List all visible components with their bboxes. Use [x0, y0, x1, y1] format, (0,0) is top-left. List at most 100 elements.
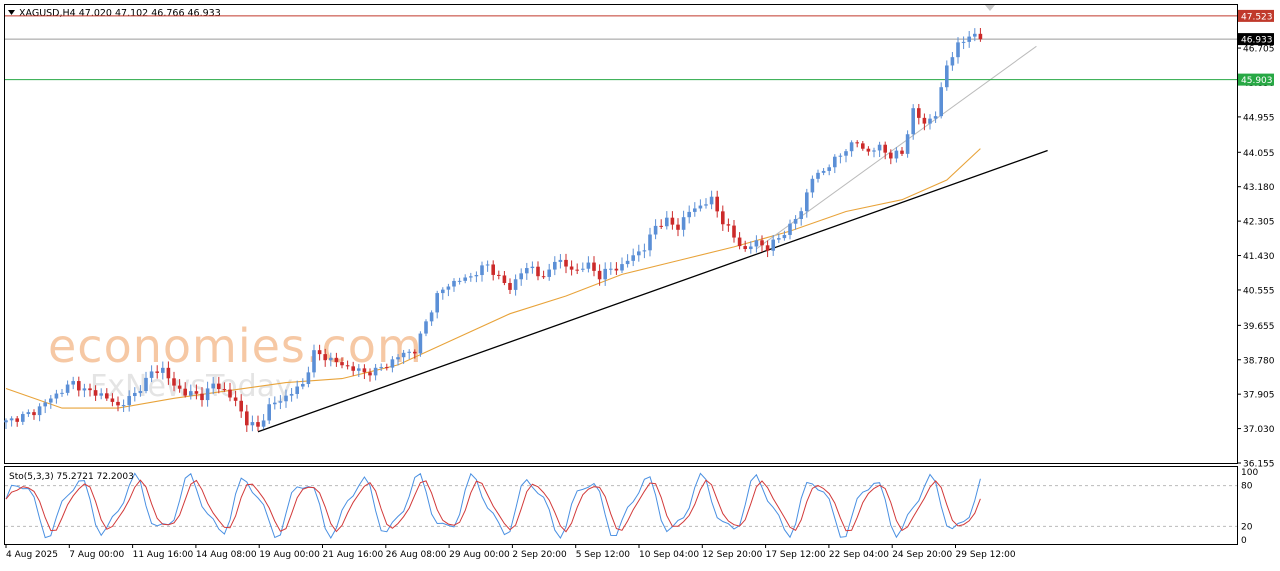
candle-body [530, 266, 535, 269]
time-tick-label: 29 Sep 12:00 [956, 550, 1016, 560]
price-tick-label: 46.705 [1243, 45, 1275, 55]
candle-body [413, 351, 417, 354]
stochastic-tick-label: 0 [1241, 536, 1247, 546]
candle-body [278, 401, 283, 403]
candle-body [49, 398, 53, 403]
price-tick-label: 41.430 [1243, 252, 1275, 262]
candle-body [233, 397, 238, 401]
candle-body [519, 273, 523, 280]
candle-body [200, 393, 204, 401]
candle-body [385, 367, 389, 369]
candle-body [183, 388, 187, 396]
candle-body [155, 371, 159, 373]
candle-body [894, 150, 899, 159]
candle-body [827, 167, 831, 171]
candle-body [127, 396, 131, 406]
candle-body [161, 367, 165, 373]
time-axis: 4 Aug 2025 7 Aug 00:00 11 Aug 16:00 14 Aug … [5, 544, 1016, 560]
candle-body [301, 384, 305, 387]
candle-body [323, 354, 327, 361]
candle-body [754, 240, 759, 247]
price-chart[interactable]: XAGUSD,H4 47.020 47.102 46.766 46.933 ec… [0, 0, 1280, 567]
stochastic-tick-label: 100 [1241, 468, 1258, 478]
candle-body [105, 393, 109, 399]
candle-body [541, 276, 546, 278]
candle-body [900, 150, 904, 154]
candle-body [457, 280, 462, 282]
candle-body [289, 393, 294, 396]
candle-body [833, 156, 837, 168]
candle-body [4, 420, 8, 423]
time-tick-label: 12 Sep 20:00 [702, 550, 762, 560]
oscillator-panel-frame [4, 466, 1238, 545]
time-tick-label: 14 Aug 08:00 [196, 550, 257, 560]
candle-body [77, 381, 81, 391]
candle-body [508, 283, 512, 290]
candle-body [172, 378, 176, 386]
candle-body [569, 266, 574, 270]
candle-body [771, 239, 775, 251]
candle-body [340, 362, 344, 366]
candle-body [239, 400, 243, 412]
candle-body [82, 388, 87, 391]
candle-body [793, 218, 798, 224]
candle-body [749, 246, 753, 250]
price-tick-label: 39.655 [1243, 322, 1275, 332]
candle-body [121, 405, 126, 407]
candle-body [905, 134, 910, 154]
candle-body [945, 65, 949, 88]
candle-body [211, 383, 215, 389]
candle-body [194, 391, 199, 394]
candle-body [922, 117, 927, 124]
time-tick-label: 26 Aug 08:00 [386, 550, 447, 560]
candle-body [60, 392, 64, 394]
candle-body [312, 350, 316, 373]
candle-body [799, 211, 803, 219]
candle-body [659, 225, 663, 227]
candle-body [732, 225, 736, 238]
candle-body [217, 383, 221, 390]
candle-body [609, 268, 613, 270]
candle-body [435, 293, 439, 313]
candle-body [687, 211, 691, 218]
candle-body [357, 368, 361, 371]
candle-body [284, 395, 288, 402]
time-tick-label: 29 Aug 00:00 [449, 550, 510, 560]
price-tick-label: 44.055 [1243, 149, 1275, 159]
candle-body [603, 268, 607, 280]
candle-body [547, 269, 551, 277]
price-tick-label: 42.305 [1243, 218, 1275, 228]
candle-body [26, 412, 31, 415]
time-tick-label: 19 Aug 00:00 [259, 550, 320, 560]
candle-body [222, 389, 227, 391]
stochastic-header: Sto(5,3,3) 75.2721 72.2003 [9, 472, 134, 482]
candle-body [166, 367, 171, 379]
candle-body [872, 150, 876, 152]
candle-body [480, 265, 484, 276]
candle-body [502, 275, 507, 284]
candle-body [889, 152, 893, 159]
candle-body [642, 250, 647, 252]
candle-body [32, 412, 36, 416]
time-tick-label: 5 Sep 12:00 [576, 550, 631, 560]
candle-body [407, 351, 411, 353]
chart-root: XAGUSD,H4 47.020 47.102 46.766 46.933 ec… [0, 0, 1280, 567]
candle-body [149, 371, 154, 378]
candle-body [973, 33, 977, 37]
candle-body [631, 255, 635, 261]
price-tick-label: 43.180 [1243, 183, 1275, 193]
candle-body [553, 261, 557, 270]
price-axis: 36.15537.03037.90538.78039.65540.55541.4… [1237, 45, 1275, 470]
candle-body [424, 321, 428, 334]
price-tick-label: 40.555 [1243, 286, 1275, 296]
candle-body [295, 386, 299, 394]
price-tick-label: 44.955 [1243, 113, 1275, 123]
candle-body [116, 401, 120, 406]
candle-body [743, 246, 747, 250]
candle-body [362, 368, 367, 373]
price-tick-label: 37.030 [1243, 425, 1275, 435]
candle-body [273, 402, 277, 405]
candle-body [911, 108, 915, 135]
candle-body [737, 237, 742, 247]
candle-body [469, 276, 473, 278]
